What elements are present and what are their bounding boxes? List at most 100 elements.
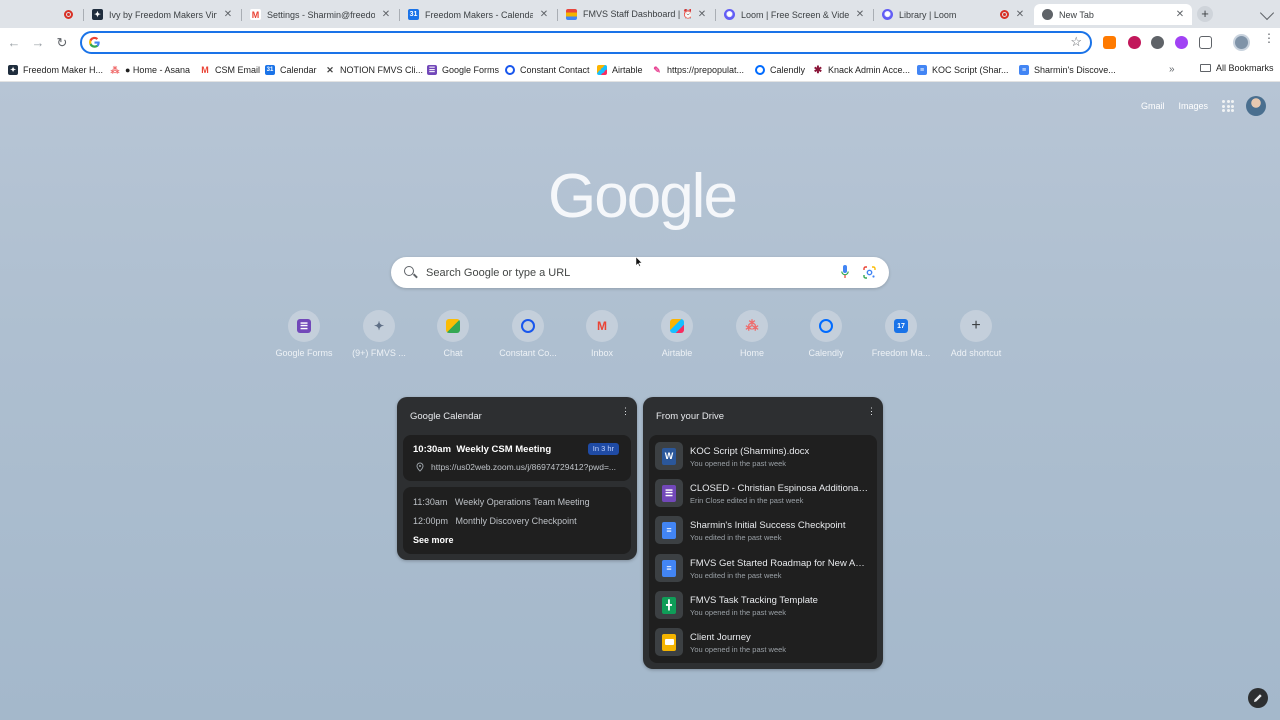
close-icon[interactable]: ✕: [538, 9, 550, 21]
shortcut-google-forms[interactable]: ☰ Google Forms: [267, 310, 341, 358]
close-icon[interactable]: ✕: [1014, 9, 1026, 21]
omnibox-input[interactable]: [108, 34, 1048, 51]
tab-loom-library[interactable]: ✺ Library | Loom ✕: [874, 4, 1032, 25]
shortcut-label: Constant Co...: [499, 348, 557, 358]
google-apps-grid-icon[interactable]: [1222, 100, 1234, 112]
notion-icon: ✕: [326, 64, 334, 75]
bookmark-airtable[interactable]: Airtable: [597, 63, 643, 77]
bookmark-star-icon[interactable]: ☆: [1070, 34, 1082, 50]
drive-file-item[interactable]: ≡ Sharmin's Initial Success Checkpoint Y…: [649, 511, 877, 548]
bookmark-knack[interactable]: ✱ Knack Admin Acce...: [813, 63, 910, 77]
images-link[interactable]: Images: [1178, 101, 1208, 111]
bookmark-constant-contact[interactable]: Constant Contact: [505, 63, 590, 77]
omnibox[interactable]: ☆: [80, 31, 1092, 54]
shortcut-label: Add shortcut: [950, 348, 1002, 358]
drive-files-card: From your Drive ⋮ W KOC Script (Sharmins…: [643, 397, 883, 669]
bookmarks-overflow-chevron-icon[interactable]: »: [1169, 64, 1175, 75]
close-icon[interactable]: ✕: [854, 9, 866, 21]
tab-calendar[interactable]: 31 Freedom Makers - Calendar ✕: [400, 4, 556, 25]
gmail-icon: M: [597, 319, 607, 333]
bookmark-asana[interactable]: ⁂ ● Home - Asana: [110, 63, 190, 77]
tab-title: New Tab: [1059, 9, 1094, 20]
plus-icon: +: [971, 317, 981, 334]
tab-new-tab[interactable]: New Tab ✕: [1034, 4, 1192, 25]
account-avatar[interactable]: [1246, 96, 1266, 116]
shortcut-label: Inbox: [590, 348, 614, 358]
close-icon[interactable]: ✕: [380, 9, 392, 21]
bookmark-sharmins-discovery[interactable]: ≡ Sharmin's Discove...: [1019, 63, 1116, 77]
card-menu-icon[interactable]: ⋮: [621, 407, 630, 416]
bookmark-google-forms[interactable]: ☰ Google Forms: [427, 63, 499, 77]
microphone-icon[interactable]: [841, 265, 849, 279]
see-more-link[interactable]: See more: [413, 535, 454, 545]
tab-title: Loom | Free Screen & Video R: [741, 9, 849, 20]
calendly-icon: [819, 319, 833, 333]
pencil-icon: [1254, 694, 1262, 702]
calendar-icon: 31: [408, 9, 419, 20]
new-tab-page: Gmail Images Google ☰ Google Forms ✦: [0, 82, 1280, 720]
tab-settings-gmail[interactable]: M Settings - Sharmin@freedom ✕: [242, 4, 398, 25]
word-icon: W: [662, 447, 676, 465]
bookmark-calendly[interactable]: Calendly: [755, 63, 805, 77]
shortcut-home-asana[interactable]: ⁂ Home: [715, 310, 789, 358]
gmail-link[interactable]: Gmail: [1141, 101, 1165, 111]
chrome-menu-icon[interactable]: ⋮: [1263, 32, 1275, 44]
tab-recording[interactable]: [56, 4, 82, 25]
event-location-link[interactable]: https://us02web.zoom.us/j/86974729412?pw…: [431, 462, 623, 472]
add-shortcut-button[interactable]: + Add shortcut: [939, 310, 1013, 358]
drive-file-item[interactable]: Client Journey You opened in the past we…: [649, 623, 877, 660]
google-lens-icon[interactable]: [863, 266, 876, 279]
bookmark-calendar[interactable]: 31 Calendar: [265, 63, 317, 77]
bookmark-koc-script[interactable]: ≡ KOC Script (Shar...: [917, 63, 1009, 77]
tab-search-chevron-icon[interactable]: [1259, 5, 1275, 21]
shortcut-chat[interactable]: Chat: [416, 310, 490, 358]
drive-file-item[interactable]: W KOC Script (Sharmins).docx You opened …: [649, 437, 877, 474]
tab-ivy[interactable]: ✦ Ivy by Freedom Makers Virtual ✕: [84, 4, 240, 25]
calendar-icon: 31: [265, 65, 275, 75]
bookmark-csm-email[interactable]: M CSM Email: [200, 63, 260, 77]
ivy-icon: ✦: [92, 9, 103, 20]
shortcut-inbox[interactable]: M Inbox: [565, 310, 639, 358]
shortcut-freedom-makers[interactable]: 17 Freedom Ma...: [864, 310, 938, 358]
extension-recorder-icon[interactable]: [1128, 36, 1141, 49]
shortcut-calendly[interactable]: Calendly: [789, 310, 863, 358]
shortcut-constant-contact[interactable]: Constant Co...: [491, 310, 565, 358]
docs-icon: ≡: [917, 65, 927, 75]
next-event[interactable]: 10:30am Weekly CSM Meeting In 3 hr https…: [403, 435, 631, 481]
gmail-icon: M: [201, 65, 209, 75]
tab-loom[interactable]: ✺ Loom | Free Screen & Video R ✕: [716, 4, 872, 25]
reload-button[interactable]: ↻: [54, 35, 70, 51]
shortcut-fmvs[interactable]: ✦ (9+) FMVS ...: [342, 310, 416, 358]
close-icon[interactable]: ✕: [1174, 9, 1186, 21]
extension-icon[interactable]: [1175, 36, 1188, 49]
forms-icon: ☰: [297, 319, 311, 333]
customize-chrome-button[interactable]: [1248, 688, 1268, 708]
extension-icon[interactable]: [1151, 36, 1164, 49]
drive-file-item[interactable]: ≡ FMVS Get Started Roadmap for New Assi.…: [649, 549, 877, 586]
shortcut-airtable[interactable]: Airtable: [640, 310, 714, 358]
tab-fmvs-dashboard[interactable]: FMVS Staff Dashboard | ⏰ T ✕: [558, 4, 714, 25]
profile-avatar[interactable]: [1233, 34, 1250, 51]
new-tab-button[interactable]: +: [1197, 6, 1213, 22]
upcoming-event[interactable]: 12:00pm Monthly Discovery Checkpoint: [413, 516, 577, 526]
red-record-icon: [64, 10, 73, 19]
drive-file-item[interactable]: ☰ CLOSED - Christian Espinosa Additional…: [649, 474, 877, 511]
forward-button[interactable]: →: [30, 35, 46, 51]
back-button[interactable]: ←: [6, 35, 22, 51]
extension-icon[interactable]: [1103, 36, 1116, 49]
ivy-icon: ✦: [8, 65, 18, 75]
puzzle-extensions-icon[interactable]: [1199, 36, 1212, 49]
bookmark-notion[interactable]: ✕ NOTION FMVS Cli...: [325, 63, 423, 77]
ntp-header-links: Gmail Images: [1141, 96, 1266, 116]
upcoming-event[interactable]: 11:30am Weekly Operations Team Meeting: [413, 497, 590, 507]
bookmark-prepopulate[interactable]: ✎ https://prepopulat...: [652, 63, 744, 77]
close-icon[interactable]: ✕: [222, 9, 234, 21]
card-menu-icon[interactable]: ⋮: [867, 407, 876, 416]
ntp-search-input[interactable]: [426, 264, 826, 281]
shortcut-label: Google Forms: [275, 348, 333, 358]
drive-file-item[interactable]: ╋ FMVS Task Tracking Template You opened…: [649, 586, 877, 623]
bookmark-label: Calendly: [770, 65, 806, 75]
close-icon[interactable]: ✕: [696, 9, 708, 21]
all-bookmarks-button[interactable]: All Bookmarks: [1200, 63, 1274, 73]
bookmark-freedom-maker[interactable]: ✦ Freedom Maker H...: [8, 63, 103, 77]
